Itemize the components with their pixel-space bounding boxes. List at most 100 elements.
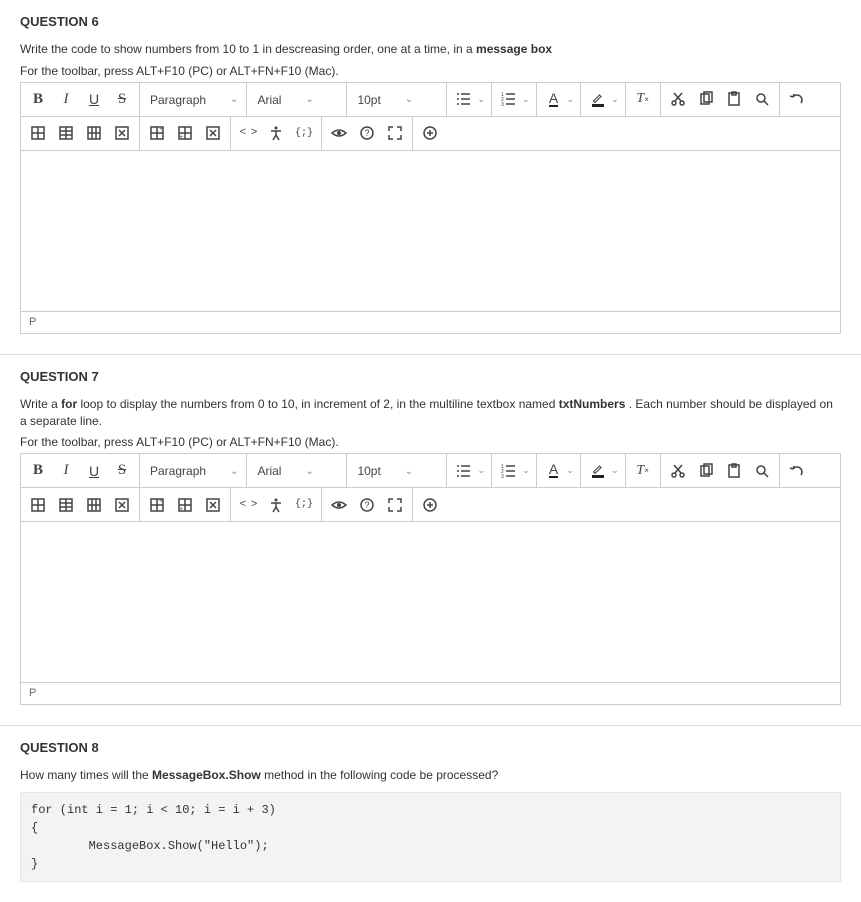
insert-col-button[interactable]: + bbox=[172, 120, 198, 146]
question-prompt: Write a for loop to display the numbers … bbox=[20, 396, 841, 430]
table-row-button[interactable] bbox=[53, 492, 79, 518]
question-6: QUESTION 6 Write the code to show number… bbox=[0, 0, 861, 355]
bold-button[interactable]: B bbox=[25, 86, 51, 112]
undo-button[interactable] bbox=[784, 458, 810, 484]
question-title: QUESTION 7 bbox=[20, 369, 841, 384]
fullscreen-button[interactable] bbox=[382, 120, 408, 146]
table-col-button[interactable] bbox=[81, 492, 107, 518]
paste-button[interactable] bbox=[721, 86, 747, 112]
insert-row-button[interactable]: + bbox=[144, 492, 170, 518]
toolbar-row-1: B I U S Paragraph⌄ Arial⌄ 10pt⌄ ⌄ 123 ⌄ bbox=[21, 454, 840, 488]
undo-button[interactable] bbox=[784, 86, 810, 112]
toolbar-row-1: B I U S Paragraph⌄ Arial⌄ 10pt⌄ ⌄ 123 ⌄ bbox=[21, 83, 840, 117]
svg-text:?: ? bbox=[365, 128, 370, 138]
strike-button[interactable]: S bbox=[109, 458, 135, 484]
table-button[interactable] bbox=[25, 492, 51, 518]
bullet-list-button[interactable] bbox=[451, 86, 477, 112]
copy-button[interactable] bbox=[693, 86, 719, 112]
accessibility-button[interactable] bbox=[263, 492, 289, 518]
chevron-down-icon[interactable]: ⌄ bbox=[477, 94, 487, 105]
cut-button[interactable] bbox=[665, 86, 691, 112]
code-sample: for (int i = 1; i < 10; i = i + 3) { Mes… bbox=[20, 792, 841, 882]
question-7: QUESTION 7 Write a for loop to display t… bbox=[0, 355, 861, 727]
editor-status: P bbox=[21, 311, 840, 333]
svg-text:?: ? bbox=[365, 500, 370, 510]
table-col-button[interactable] bbox=[81, 120, 107, 146]
find-button[interactable] bbox=[749, 86, 775, 112]
add-button[interactable] bbox=[417, 120, 443, 146]
font-size-select[interactable]: 10pt⌄ bbox=[347, 83, 447, 117]
svg-text:3: 3 bbox=[501, 102, 504, 107]
copy-button[interactable] bbox=[693, 458, 719, 484]
font-color-button[interactable]: A bbox=[541, 458, 567, 484]
font-color-button[interactable]: A bbox=[541, 86, 567, 112]
chevron-down-icon[interactable]: ⌄ bbox=[522, 465, 532, 476]
toolbar-row-2: + + < > {;} ? bbox=[21, 117, 840, 151]
chevron-down-icon[interactable]: ⌄ bbox=[611, 465, 621, 476]
highlight-button[interactable] bbox=[585, 458, 611, 484]
underline-button[interactable]: U bbox=[81, 86, 107, 112]
toolbar-help: For the toolbar, press ALT+F10 (PC) or A… bbox=[20, 435, 841, 449]
chevron-down-icon[interactable]: ⌄ bbox=[567, 94, 577, 105]
number-list-button[interactable]: 123 bbox=[496, 458, 522, 484]
svg-text:3: 3 bbox=[501, 474, 504, 479]
block-format-select[interactable]: Paragraph⌄ bbox=[140, 454, 247, 488]
clear-format-button[interactable]: T× bbox=[630, 86, 656, 112]
rich-text-editor: B I U S Paragraph⌄ Arial⌄ 10pt⌄ ⌄ 123 ⌄ bbox=[20, 82, 841, 334]
svg-text:+: + bbox=[179, 134, 183, 141]
strike-button[interactable]: S bbox=[109, 86, 135, 112]
block-format-select[interactable]: Paragraph⌄ bbox=[140, 83, 247, 117]
svg-text:+: + bbox=[159, 498, 163, 505]
find-button[interactable] bbox=[749, 458, 775, 484]
question-prompt: How many times will the MessageBox.Show … bbox=[20, 767, 841, 784]
cut-button[interactable] bbox=[665, 458, 691, 484]
preview-button[interactable] bbox=[326, 492, 352, 518]
table-button[interactable] bbox=[25, 120, 51, 146]
table-row-button[interactable] bbox=[53, 120, 79, 146]
svg-text:+: + bbox=[179, 506, 183, 513]
help-button[interactable]: ? bbox=[354, 492, 380, 518]
help-button[interactable]: ? bbox=[354, 120, 380, 146]
bullet-list-button[interactable] bbox=[451, 458, 477, 484]
question-title: QUESTION 8 bbox=[20, 740, 841, 755]
editor-status: P bbox=[21, 682, 840, 704]
editor-content[interactable] bbox=[21, 522, 840, 682]
italic-button[interactable]: I bbox=[53, 458, 79, 484]
insert-col-button[interactable]: + bbox=[172, 492, 198, 518]
toolbar-row-2: + + < > {;} ? bbox=[21, 488, 840, 522]
codeblock-button[interactable]: {;} bbox=[291, 120, 317, 146]
font-family-select[interactable]: Arial⌄ bbox=[247, 454, 347, 488]
table-delete-button[interactable] bbox=[109, 492, 135, 518]
highlight-button[interactable] bbox=[585, 86, 611, 112]
chevron-down-icon[interactable]: ⌄ bbox=[477, 465, 487, 476]
chevron-down-icon[interactable]: ⌄ bbox=[567, 465, 577, 476]
question-title: QUESTION 6 bbox=[20, 14, 841, 29]
code-button[interactable]: < > bbox=[235, 120, 261, 146]
question-prompt: Write the code to show numbers from 10 t… bbox=[20, 41, 841, 58]
font-size-select[interactable]: 10pt⌄ bbox=[347, 454, 447, 488]
accessibility-button[interactable] bbox=[263, 120, 289, 146]
svg-text:+: + bbox=[159, 126, 163, 133]
italic-button[interactable]: I bbox=[53, 86, 79, 112]
underline-button[interactable]: U bbox=[81, 458, 107, 484]
bold-button[interactable]: B bbox=[25, 458, 51, 484]
preview-button[interactable] bbox=[326, 120, 352, 146]
editor-content[interactable] bbox=[21, 151, 840, 311]
font-family-select[interactable]: Arial⌄ bbox=[247, 83, 347, 117]
clear-format-button[interactable]: T× bbox=[630, 458, 656, 484]
paste-button[interactable] bbox=[721, 458, 747, 484]
toolbar-help: For the toolbar, press ALT+F10 (PC) or A… bbox=[20, 64, 841, 78]
add-button[interactable] bbox=[417, 492, 443, 518]
insert-row-button[interactable]: + bbox=[144, 120, 170, 146]
delete-cell-button[interactable] bbox=[200, 120, 226, 146]
delete-cell-button[interactable] bbox=[200, 492, 226, 518]
fullscreen-button[interactable] bbox=[382, 492, 408, 518]
codeblock-button[interactable]: {;} bbox=[291, 492, 317, 518]
chevron-down-icon[interactable]: ⌄ bbox=[522, 94, 532, 105]
rich-text-editor: B I U S Paragraph⌄ Arial⌄ 10pt⌄ ⌄ 123 ⌄ bbox=[20, 453, 841, 705]
number-list-button[interactable]: 123 bbox=[496, 86, 522, 112]
table-delete-button[interactable] bbox=[109, 120, 135, 146]
question-8: QUESTION 8 How many times will the Messa… bbox=[0, 726, 861, 902]
chevron-down-icon[interactable]: ⌄ bbox=[611, 94, 621, 105]
code-button[interactable]: < > bbox=[235, 492, 261, 518]
